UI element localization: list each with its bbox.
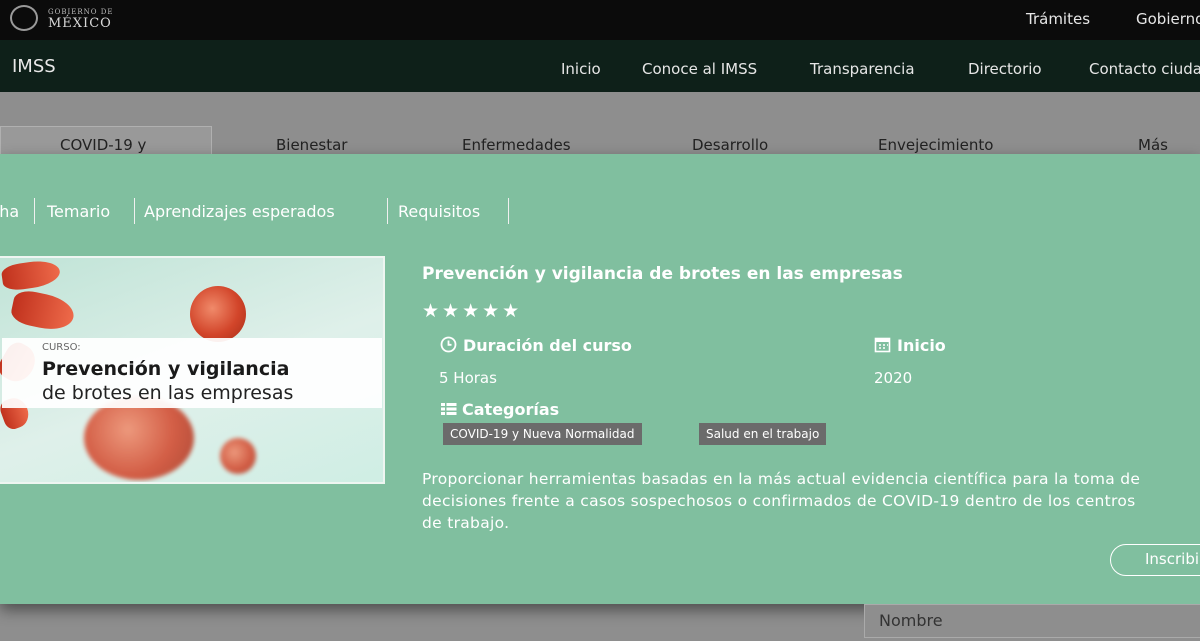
- category-tab-bienestar[interactable]: Bienestar: [276, 136, 347, 154]
- category-tabs: COVID-19 y Bienestar Enfermedades Desarr…: [0, 92, 1200, 156]
- category-tab-envejecimiento[interactable]: Envejecimiento: [878, 136, 993, 154]
- description-line: Proporcionar herramientas basadas en la …: [422, 470, 1141, 488]
- nav-link-contacto[interactable]: Contacto ciudadano: [1089, 60, 1200, 78]
- virus-icon: [220, 438, 256, 474]
- tab-temario[interactable]: Temario: [47, 202, 110, 221]
- categories-label: Categorías: [440, 400, 559, 419]
- tab-divider: [508, 198, 509, 224]
- tab-divider: [134, 198, 135, 224]
- category-tab-mas[interactable]: Más: [1138, 136, 1168, 154]
- image-title-line2: de brotes en las empresas: [42, 382, 294, 404]
- calendar-icon: [874, 337, 891, 353]
- nav-link-inicio[interactable]: Inicio: [561, 60, 601, 78]
- gov-link-gobierno[interactable]: Gobierno: [1136, 10, 1200, 28]
- nav-link-transparencia[interactable]: Transparencia: [810, 60, 915, 78]
- clock-icon: [440, 336, 457, 353]
- name-placeholder: Nombre: [879, 611, 943, 630]
- virus-spike-shape: [9, 287, 77, 335]
- category-tab-enfermedades[interactable]: Enfermedades: [462, 136, 571, 154]
- duration-label-text: Duración del curso: [463, 336, 632, 355]
- description-line: decisiones frente a casos sospechosos o …: [422, 492, 1136, 510]
- gobierno-de-mexico-logo[interactable]: GOBIERNO DE MÉXICO: [10, 5, 130, 33]
- nav-link-conoce[interactable]: Conoce al IMSS: [642, 60, 757, 78]
- tab-requisitos[interactable]: Requisitos: [398, 202, 480, 221]
- category-tab-covid[interactable]: COVID-19 y: [60, 136, 146, 154]
- enroll-button[interactable]: Inscribirse: [1110, 544, 1200, 576]
- image-kicker: CURSO:: [42, 342, 81, 353]
- tab-divider: [387, 198, 388, 224]
- virus-icon: [84, 396, 194, 480]
- nav-link-directorio[interactable]: Directorio: [968, 60, 1042, 78]
- description-line: de trabajo.: [422, 514, 510, 532]
- course-modal: Ficha Temario Aprendizajes esperados Req…: [0, 154, 1200, 604]
- government-bar: GOBIERNO DE MÉXICO Trámites Gobierno: [0, 0, 1200, 40]
- star-rating: ★★★★★: [422, 300, 523, 322]
- start-label-text: Inicio: [897, 336, 946, 355]
- course-description: Proporcionar herramientas basadas en la …: [422, 468, 1200, 534]
- seal-icon: [10, 5, 38, 31]
- name-input[interactable]: Nombre: [864, 604, 1200, 638]
- course-title: Prevención y vigilancia de brotes en las…: [422, 264, 903, 284]
- list-icon: [441, 403, 457, 415]
- main-navbar: IMSS Inicio Conoce al IMSS Transparencia…: [0, 40, 1200, 92]
- logo-big-text: MÉXICO: [48, 16, 112, 31]
- duration-label: Duración del curso: [440, 336, 632, 355]
- course-image: CURSO: Prevención y vigilancia de brotes…: [0, 256, 385, 484]
- virus-spike-shape: [0, 258, 62, 292]
- start-label: Inicio: [874, 336, 946, 355]
- tab-aprendizajes[interactable]: Aprendizajes esperados: [144, 202, 335, 221]
- logo-small-text: GOBIERNO DE: [48, 8, 114, 16]
- tab-ficha[interactable]: Ficha: [0, 202, 19, 221]
- gov-link-tramites[interactable]: Trámites: [1026, 10, 1090, 28]
- brand-imss[interactable]: IMSS: [12, 56, 56, 77]
- category-badge-covid[interactable]: COVID-19 y Nueva Normalidad: [443, 423, 642, 445]
- tab-divider: [34, 198, 35, 224]
- start-value: 2020: [874, 369, 913, 387]
- image-title-line1: Prevención y vigilancia: [42, 358, 290, 380]
- duration-value: 5 Horas: [439, 369, 497, 387]
- category-badge-salud[interactable]: Salud en el trabajo: [699, 423, 827, 445]
- categories-label-text: Categorías: [462, 400, 560, 419]
- category-tab-desarrollo[interactable]: Desarrollo: [692, 136, 768, 154]
- virus-icon: [190, 286, 246, 342]
